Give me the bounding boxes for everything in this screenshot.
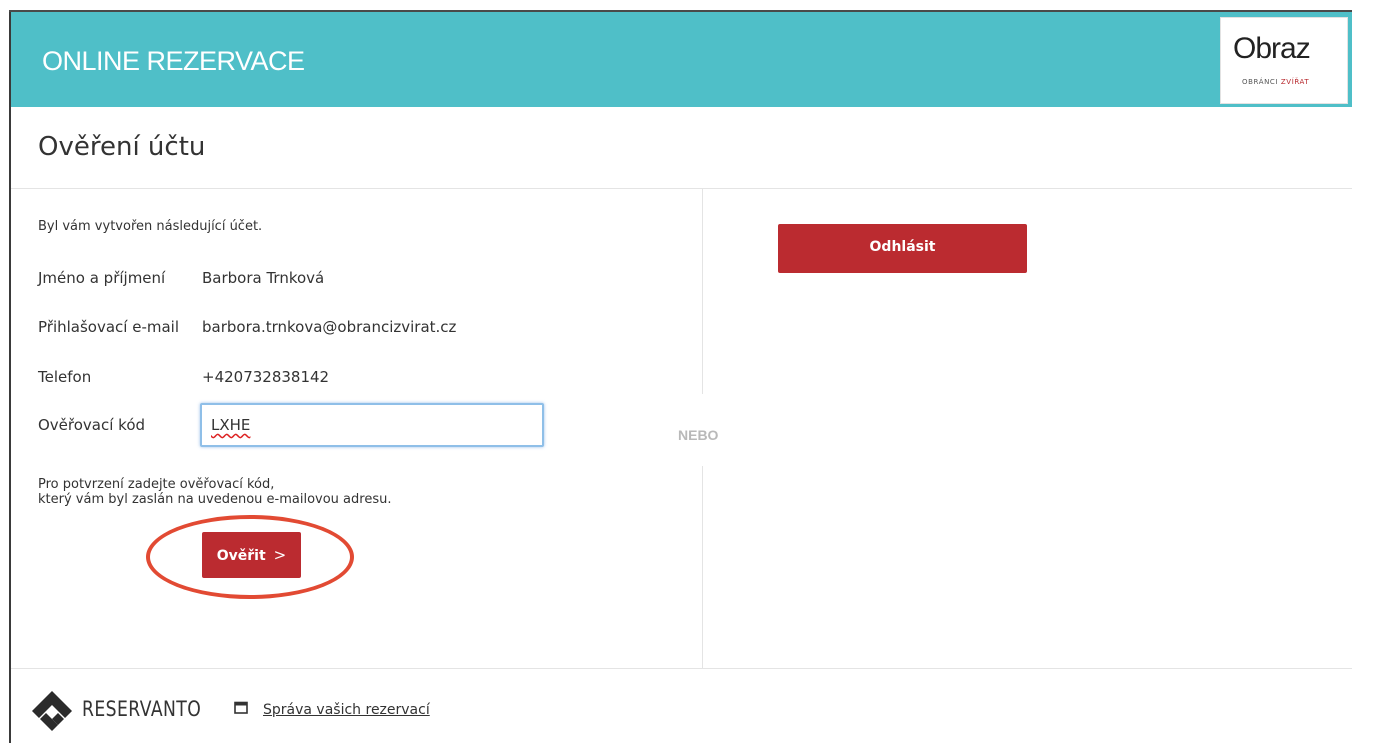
header-bar: ONLINE REZERVACE — [11, 12, 1352, 107]
name-label: Jméno a příjmení — [38, 269, 166, 287]
email-value: barbora.trnkova@obrancizvirat.cz — [202, 318, 457, 336]
header-title: ONLINE REZERVACE — [42, 46, 305, 76]
logo-wordmark: Obraz — [1233, 32, 1311, 65]
divider-top — [11, 188, 1352, 189]
page-title: Ověření účtu — [38, 132, 206, 162]
calendar-icon — [234, 701, 248, 714]
phone-value: +420732838142 — [202, 368, 330, 386]
logo-tagline-part-b: ZVÍŘAT — [1280, 78, 1310, 86]
account-intro: Byl vám vytvořen následující účet. — [38, 219, 263, 234]
verify-button-label: Ověřit — [216, 548, 266, 564]
logo-tagline-part-a: OBRÁNCI — [1242, 78, 1279, 86]
verification-code-label: Ověřovací kód — [38, 416, 146, 434]
logout-button-label: Odhlásit — [869, 238, 936, 255]
chevron-right-icon: > — [273, 546, 287, 564]
divider-bottom — [11, 668, 1352, 669]
help-line-2: který vám byl zaslán na uvedenou e-mailo… — [38, 492, 392, 507]
manage-reservations-link[interactable]: Správa vašich rezervací — [263, 702, 430, 718]
verification-help-text: Pro potvrzení zadejte ověřovací kód, kte… — [38, 477, 391, 507]
verify-button[interactable]: Ověřit > — [202, 532, 301, 578]
column-divider-upper — [702, 189, 703, 394]
name-value: Barbora Trnková — [202, 269, 325, 287]
logo-tagline: OBRÁNCI ZVÍŘAT — [1242, 78, 1309, 86]
or-separator: NEBO — [678, 427, 719, 443]
brand-logo: Obraz OBRÁNCI ZVÍŘAT — [1220, 17, 1348, 104]
help-line-1: Pro potvrzení zadejte ověřovací kód, — [38, 477, 275, 492]
frame-border-left — [9, 10, 11, 743]
verification-code-input[interactable] — [200, 403, 544, 447]
email-label: Přihlašovací e-mail — [38, 318, 180, 336]
phone-label: Telefon — [38, 368, 92, 386]
logout-button[interactable]: Odhlásit — [778, 224, 1027, 273]
reservanto-diamond-icon — [32, 691, 72, 731]
footer-brand: RESERVANTO — [82, 697, 202, 721]
column-divider-lower — [702, 466, 703, 668]
